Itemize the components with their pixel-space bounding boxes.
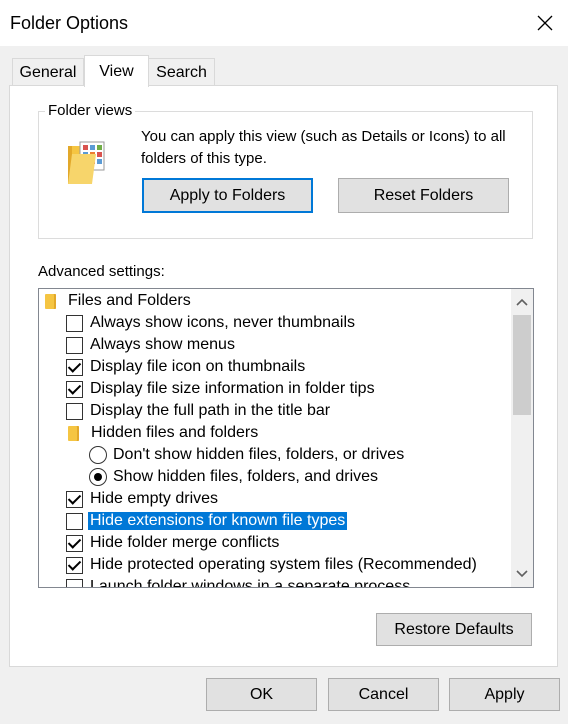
checkbox[interactable] [66,402,83,420]
list-item[interactable]: Display file size information in folder … [66,378,375,400]
window-title: Folder Options [10,13,129,33]
list-item[interactable]: Always show icons, never thumbnails [66,312,355,334]
tab-general[interactable]: General [12,58,84,86]
list-item-label: Always show icons, never thumbnails [90,314,356,331]
apply-to-folders-button[interactable]: Apply to Folders [142,178,313,213]
list-item-selected[interactable]: Hide extensions for known file types [66,510,348,532]
view-tab-panel: Folder views You can apply this view (su… [9,85,558,667]
list-item[interactable]: Display the full path in the title bar [66,400,330,422]
list-item-label: Hide empty drives [90,490,219,507]
radio-button[interactable] [89,446,107,464]
checkbox[interactable] [66,380,83,398]
tree-item-label: Files and Folders [68,292,191,309]
list-item[interactable]: Hide protected operating system files (R… [66,554,477,576]
close-button[interactable] [522,0,568,46]
checkbox[interactable] [66,556,83,574]
list-item-label: Launch folder windows in a separate proc… [90,578,411,588]
advanced-settings-label: Advanced settings: [38,263,165,280]
folder-views-label: Folder views [45,102,136,119]
list-item[interactable]: Display file icon on thumbnails [66,356,305,378]
list-item-label: Display file size information in folder … [90,380,375,397]
list-item[interactable]: Don't show hidden files, folders, or dri… [89,444,404,466]
folder-views-description: You can apply this view (such as Details… [141,128,506,167]
apply-button[interactable]: Apply [449,678,560,711]
checkbox[interactable] [66,358,83,376]
scroll-down-button[interactable] [511,563,533,585]
tab-general-label: General [19,63,77,81]
checkbox[interactable] [66,314,83,332]
chevron-up-icon [516,298,528,306]
close-icon [537,15,553,31]
chevron-down-icon [516,570,528,578]
folder-views-icon [68,141,105,184]
list-item-label: Hide protected operating system files (R… [90,556,477,573]
radio-button[interactable] [89,468,107,486]
list-item-label: Show hidden files, folders, and drives [113,468,379,485]
list-item[interactable]: Launch folder windows in a separate proc… [66,576,411,588]
folder-icon [45,293,56,309]
list-item-label: Display file icon on thumbnails [90,358,306,375]
list-item[interactable]: Hide empty drives [66,488,218,510]
list-item-label: Don't show hidden files, folders, or dri… [113,446,405,463]
list-item[interactable]: Show hidden files, folders, and drives [89,466,378,488]
reset-folders-button[interactable]: Reset Folders [338,178,509,213]
tab-view-label: View [99,62,134,80]
checkbox[interactable] [66,512,83,530]
list-scrollbar[interactable] [511,289,533,587]
list-item-label: Hide extensions for known file types [88,512,348,530]
tree-item-label: Hidden files and folders [91,424,259,441]
checkbox[interactable] [66,490,83,508]
folder-views-group: Folder views You can apply this view (su… [38,102,533,239]
title-bar: Folder Options [0,0,568,46]
folder-icon [68,425,79,441]
tab-search-label: Search [156,63,207,81]
checkbox[interactable] [66,578,83,587]
cancel-button[interactable]: Cancel [328,678,439,711]
list-item-label: Always show menus [90,336,235,353]
tab-view[interactable]: View [84,55,149,87]
scroll-thumb[interactable] [513,315,531,415]
restore-defaults-button[interactable]: Restore Defaults [376,613,532,646]
list-item[interactable]: Always show menus [66,334,235,356]
advanced-settings-list[interactable]: Files and Folders Always show icons, nev… [38,288,534,588]
checkbox[interactable] [66,534,83,552]
ok-button[interactable]: OK [206,678,317,711]
scroll-up-button[interactable] [511,291,533,313]
list-item[interactable]: Hide folder merge conflicts [66,532,279,554]
tab-search[interactable]: Search [148,58,215,86]
list-item-label: Hide folder merge conflicts [90,534,280,551]
checkbox[interactable] [66,336,83,354]
tree-item-hidden-files: Hidden files and folders [68,422,258,444]
tree-item-files-and-folders: Files and Folders [45,290,191,312]
list-item-label: Display the full path in the title bar [90,402,331,419]
